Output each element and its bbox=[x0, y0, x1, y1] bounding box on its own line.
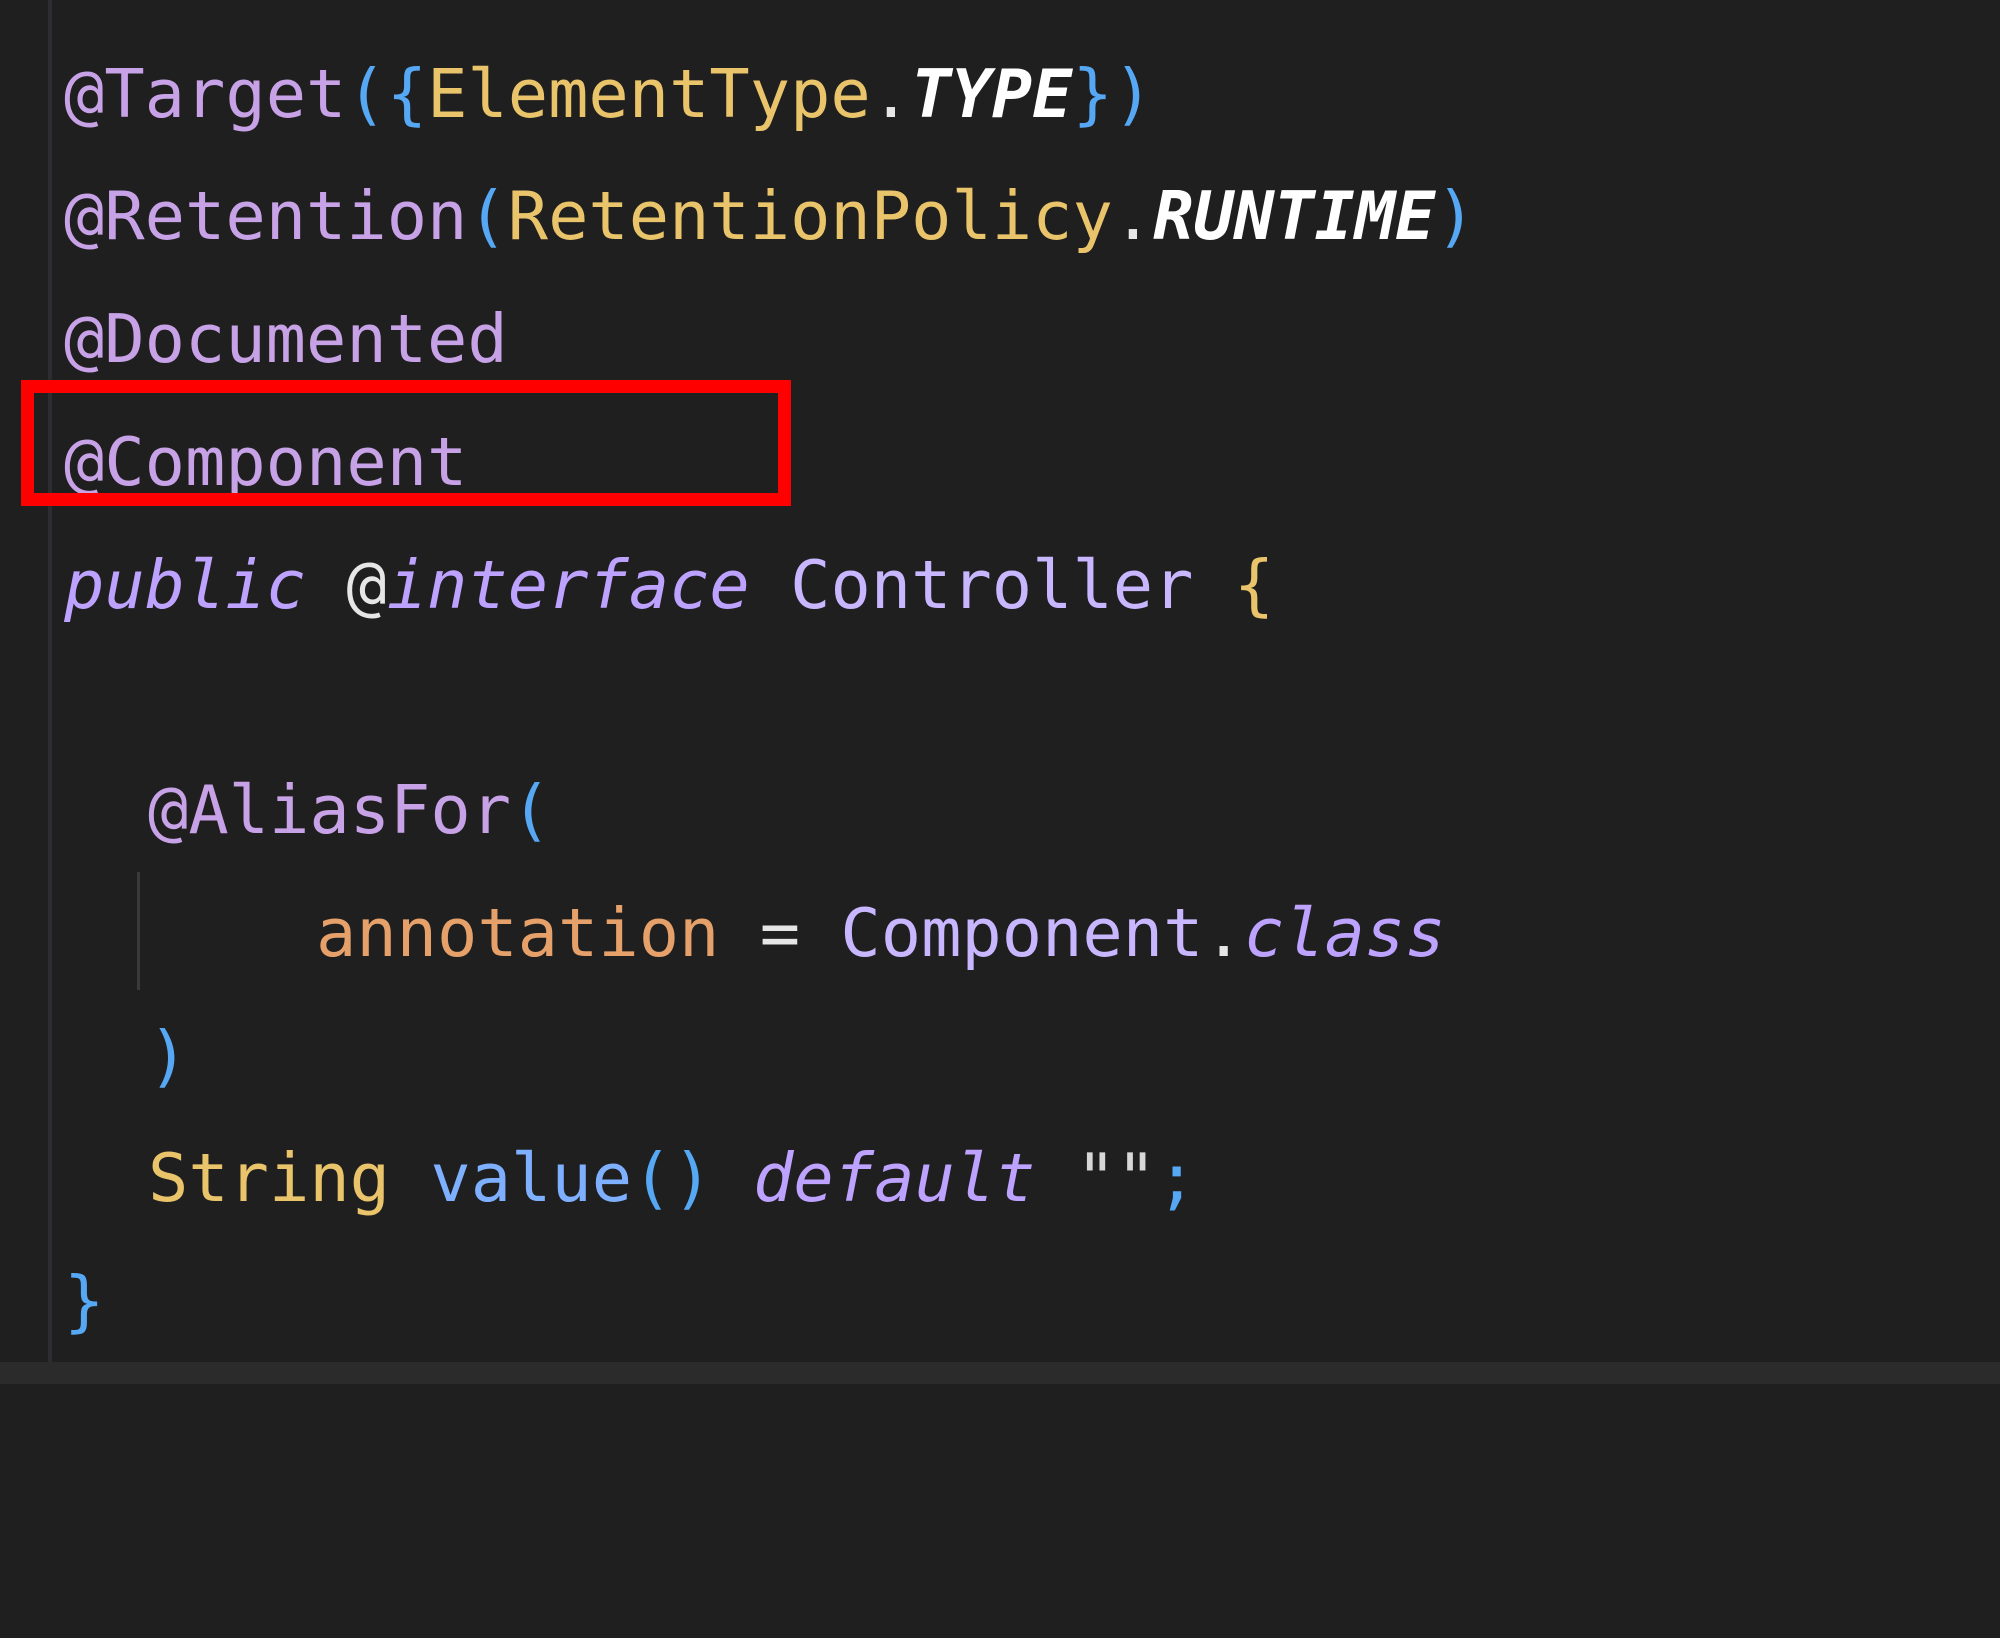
punctuation: ({ bbox=[346, 55, 428, 133]
constant: TYPE bbox=[911, 55, 1073, 133]
parameter-name: annotation bbox=[316, 894, 720, 972]
gutter-divider bbox=[48, 0, 52, 1384]
keyword-interface: interface bbox=[386, 546, 750, 624]
code-line-2[interactable]: @Retention(RetentionPolicy.RUNTIME) bbox=[64, 155, 1476, 278]
bottom-scroll-area[interactable] bbox=[0, 1362, 2000, 1384]
constant: RUNTIME bbox=[1153, 177, 1436, 255]
punctuation: () bbox=[632, 1139, 713, 1217]
brace-close: } bbox=[64, 1262, 105, 1340]
highlight-box bbox=[21, 380, 791, 506]
code-line-8[interactable]: annotation = Component.class bbox=[316, 872, 1445, 995]
punctuation: ; bbox=[1156, 1139, 1197, 1217]
punctuation: . bbox=[870, 55, 912, 133]
annotation: @Documented bbox=[64, 300, 508, 378]
annotation-name: AliasFor bbox=[188, 771, 512, 849]
punctuation: . bbox=[1112, 177, 1154, 255]
operator: = bbox=[759, 894, 801, 972]
keyword-class: class bbox=[1243, 894, 1446, 972]
code-line-11[interactable]: } bbox=[64, 1240, 104, 1363]
annotation-at: @ bbox=[148, 771, 189, 849]
annotation-at: @ bbox=[64, 55, 105, 133]
code-line-10[interactable]: String value() default ""; bbox=[148, 1117, 1197, 1240]
string-literal: "" bbox=[1075, 1139, 1157, 1217]
indent-guide bbox=[137, 872, 140, 990]
type-name: String bbox=[148, 1139, 391, 1217]
punctuation: ) bbox=[1435, 177, 1476, 255]
code-line-5[interactable]: public @interface Controller { bbox=[64, 524, 1274, 647]
punctuation: . bbox=[1203, 894, 1244, 972]
code-line-1[interactable]: @Target({ElementType.TYPE}) bbox=[64, 33, 1153, 156]
keyword-public: public bbox=[64, 546, 307, 624]
punctuation: ( bbox=[467, 177, 508, 255]
method-name: value bbox=[430, 1139, 633, 1217]
annotation-name: Target bbox=[104, 55, 347, 133]
punctuation: ( bbox=[511, 771, 552, 849]
brace-open: { bbox=[1233, 546, 1275, 624]
class-name: ElementType bbox=[427, 55, 871, 133]
annotation-name: Retention bbox=[104, 177, 468, 255]
class-name: RetentionPolicy bbox=[507, 177, 1113, 255]
code-line-7[interactable]: @AliasFor( bbox=[148, 749, 551, 872]
code-area[interactable]: @Target({ElementType.TYPE}) @Retention(R… bbox=[64, 0, 1476, 1638]
annotation-at: @ bbox=[64, 177, 105, 255]
type-name: Component bbox=[840, 894, 1204, 972]
punctuation: }) bbox=[1072, 55, 1154, 133]
punctuation: ) bbox=[148, 1017, 189, 1095]
annotation-at: @ bbox=[346, 546, 387, 624]
type-name: Controller bbox=[790, 546, 1194, 624]
code-line-9[interactable]: ) bbox=[148, 995, 188, 1118]
code-editor[interactable]: @Target({ElementType.TYPE}) @Retention(R… bbox=[0, 0, 2000, 1384]
keyword-default: default bbox=[753, 1139, 1036, 1217]
